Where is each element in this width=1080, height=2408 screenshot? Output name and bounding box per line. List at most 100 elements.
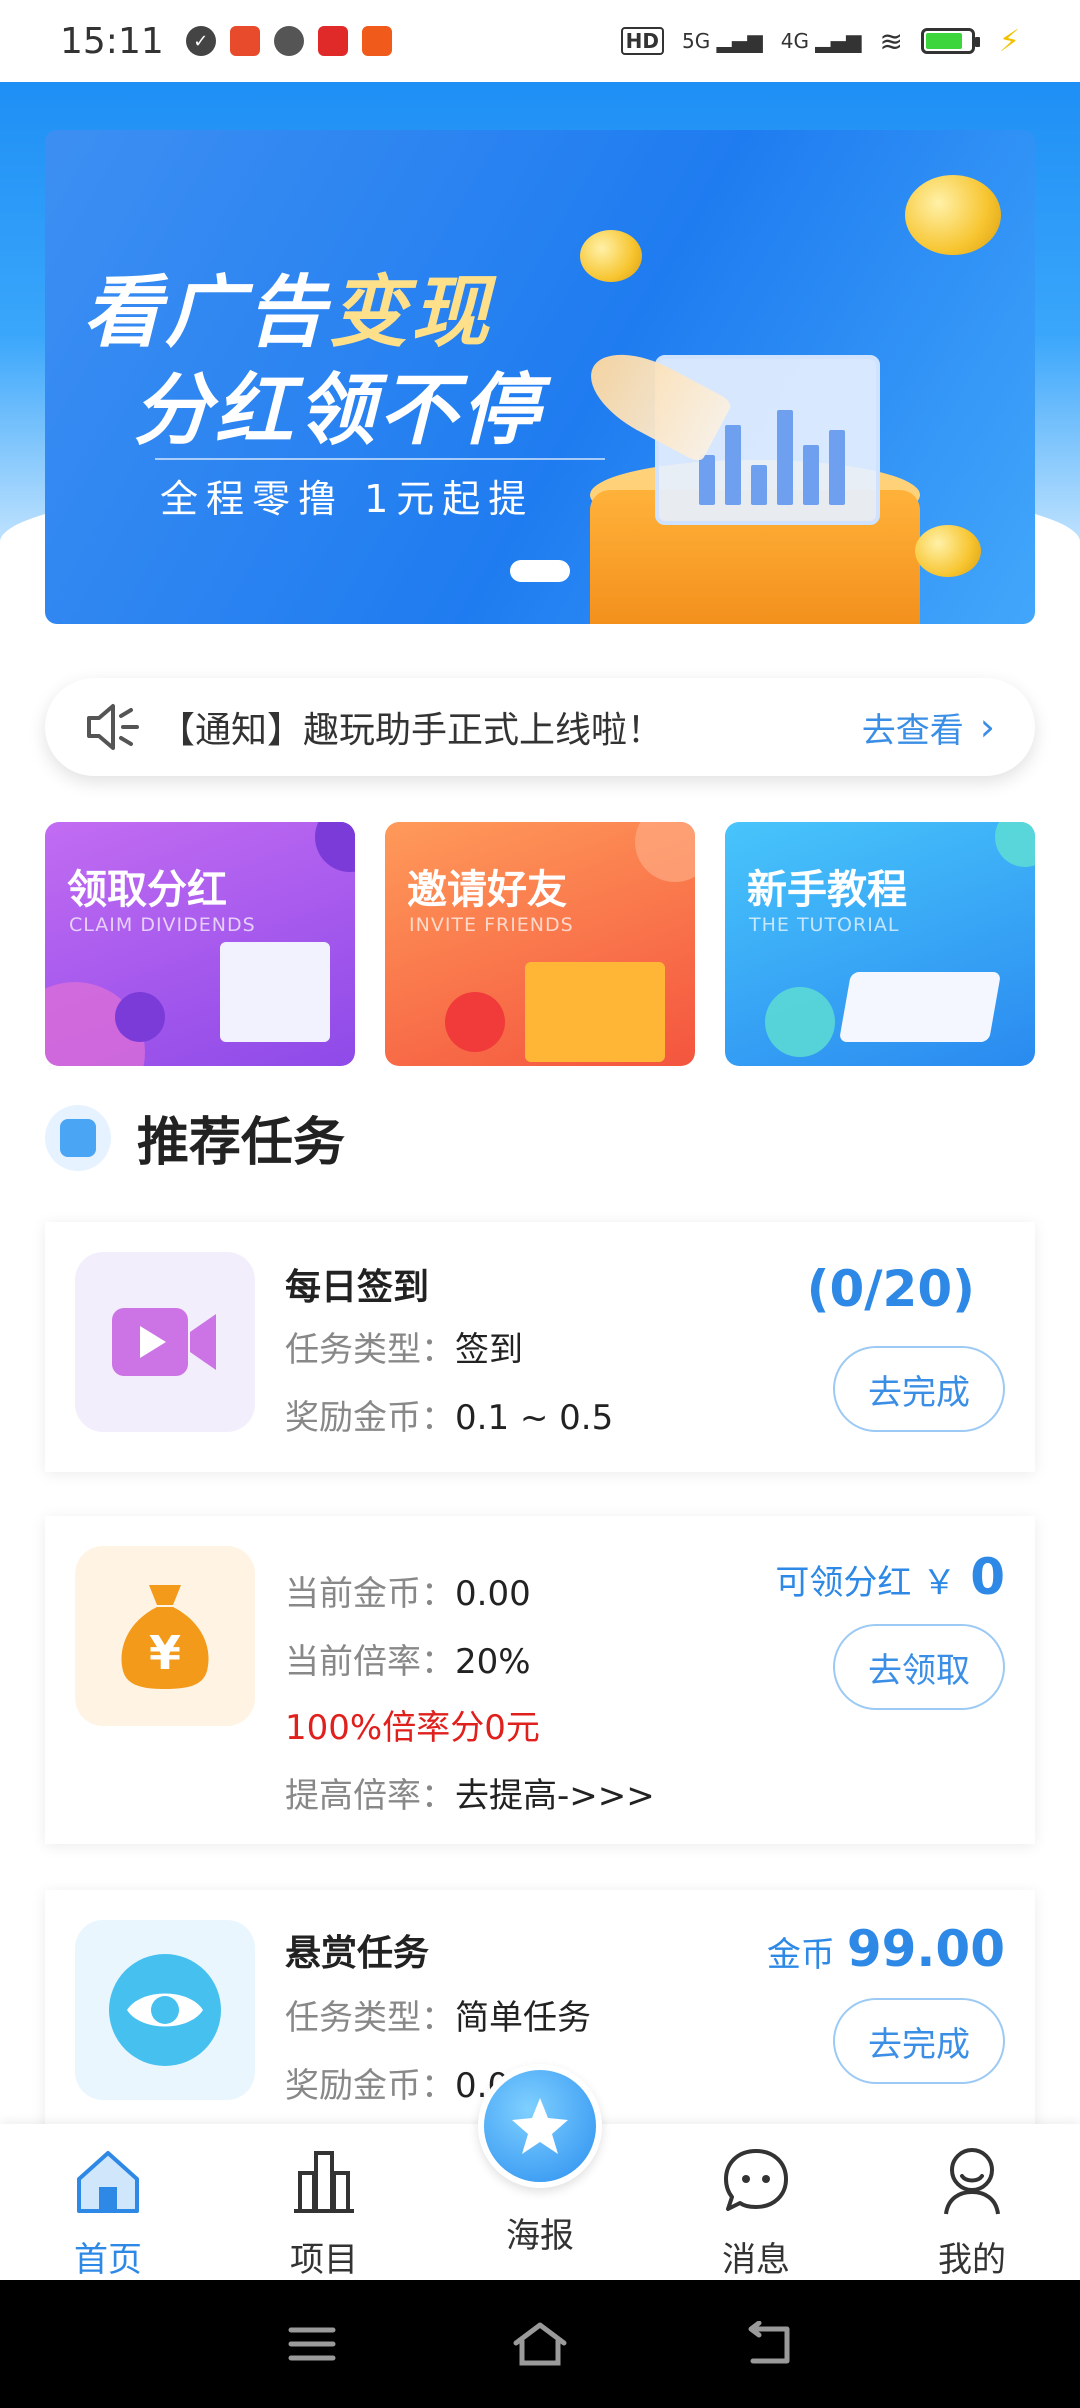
book-illustration: [838, 972, 1002, 1042]
notice-view-link[interactable]: 去查看: [862, 703, 964, 752]
banner-headline-1: 看广告变现: [83, 250, 493, 362]
tab-label: 项目: [290, 2240, 358, 2280]
taobao-icon: [361, 26, 392, 56]
feature-title: 新手教程: [747, 867, 907, 913]
task-type-label: 任务类型：: [285, 1998, 455, 2038]
banner-headline-1b: 变现: [329, 268, 494, 358]
charging-icon: ⚡: [998, 23, 1020, 59]
task-reward-label: 奖励金币：: [285, 1398, 455, 1438]
app-icon: [229, 26, 260, 56]
current-rate-row: 当前倍率：20%: [285, 1634, 531, 1683]
current-coins-label: 当前金币：: [285, 1574, 455, 1614]
task-thumb: [75, 1920, 255, 2100]
chat-bubble-icon: [724, 2149, 788, 2211]
signal-4g-label: 4G: [780, 29, 809, 53]
task-card-dividend[interactable]: ¥ 当前金币：0.00 当前倍率：20% 100%倍率分0元 提高倍率：去提高-…: [45, 1516, 1035, 1844]
clipboard-icon: [45, 1104, 111, 1171]
status-indicators: HD 5G ▂▄▆ 4G ▂▄▆ ≋ ⚡: [620, 23, 1020, 59]
banner-headline-1a: 看广告: [83, 268, 330, 358]
tab-label: 消息: [722, 2240, 790, 2280]
task-thumb: ¥: [75, 1546, 255, 1726]
app-icon: [317, 26, 348, 56]
task-reward-row: 奖励金币：0.1 ~ 0.5: [285, 1390, 613, 1439]
video-camera-icon: [112, 1308, 216, 1376]
current-coins-row: 当前金币：0.00: [285, 1566, 531, 1615]
claim-button[interactable]: 去领取: [833, 1624, 1005, 1710]
tab-mine[interactable]: 我的: [897, 2144, 1047, 2281]
task-name: 每日签到: [285, 1267, 430, 1308]
signal-4g-icon: 4G ▂▄▆: [780, 29, 862, 53]
task-card-daily-checkin[interactable]: 每日签到 任务类型：签到 奖励金币：0.1 ~ 0.5 (0/20) 去完成: [45, 1222, 1035, 1472]
poster-fab-button[interactable]: [478, 2064, 602, 2188]
svg-text:¥: ¥: [149, 1626, 181, 1680]
notice-text: 【通知】趣玩助手正式上线啦！: [159, 710, 664, 751]
gift-box-illustration: [525, 962, 665, 1062]
coin-icon: [905, 175, 1001, 255]
hd-icon: HD: [620, 27, 664, 55]
current-coins-value: 0.00: [455, 1574, 531, 1614]
back-icon[interactable]: [743, 2321, 793, 2367]
task-type-label: 任务类型：: [285, 1330, 455, 1370]
star-icon: [512, 2098, 568, 2154]
claimable-dividend: 可领分红 ￥ 0: [775, 1548, 1005, 1606]
status-time: 15:11: [60, 20, 164, 62]
user-icon: [944, 2148, 1000, 2215]
feature-card-claim-dividends[interactable]: 领取分红 CLAIM DIVIDENDS: [45, 822, 355, 1066]
bounty-coins: 金币 99.00: [767, 1920, 1005, 1978]
feature-subtitle: CLAIM DIVIDENDS: [69, 914, 256, 936]
bounty-coins-value: 99.00: [846, 1920, 1005, 1978]
rate-note: 100%倍率分0元: [285, 1708, 540, 1748]
task-type-row: 任务类型：简单任务: [285, 1990, 591, 2039]
current-rate-value: 20%: [455, 1642, 531, 1682]
tab-projects[interactable]: 项目: [249, 2144, 399, 2281]
tab-messages[interactable]: 消息: [681, 2144, 831, 2281]
task-name: 悬赏任务: [285, 1933, 430, 1974]
task-thumb: [75, 1252, 255, 1432]
status-bar: 15:11 ✓ HD 5G ▂▄▆ 4G ▂▄▆ ≋ ⚡: [0, 0, 1080, 82]
menu-icon[interactable]: [287, 2324, 337, 2364]
task-type-row: 任务类型：签到: [285, 1322, 523, 1371]
banner-subline: 全程零撸 1元起提: [160, 477, 535, 521]
carousel-indicator[interactable]: [510, 560, 570, 582]
task-reward-label: 奖励金币：: [285, 2066, 455, 2106]
chevron-right-icon: ›: [979, 705, 995, 749]
notice-bar[interactable]: 【通知】趣玩助手正式上线啦！ 去查看 ›: [45, 678, 1035, 776]
chat-icon: [273, 26, 304, 56]
feature-card-tutorial[interactable]: 新手教程 THE TUTORIAL: [725, 822, 1035, 1066]
complete-button[interactable]: 去完成: [833, 1998, 1005, 2084]
feature-subtitle: INVITE FRIENDS: [409, 914, 574, 936]
raise-rate-link[interactable]: 去提高->>>: [455, 1776, 655, 1816]
tab-home[interactable]: 首页: [33, 2144, 183, 2281]
wifi-icon: ≋: [879, 24, 903, 58]
claimable-dividend-value: 0: [970, 1548, 1005, 1606]
section-header: 推荐任务: [45, 1100, 345, 1175]
home-nav-icon[interactable]: [510, 2319, 570, 2369]
raise-rate-label: 提高倍率：: [285, 1776, 455, 1816]
feature-subtitle: THE TUTORIAL: [749, 914, 900, 936]
claimable-dividend-label: 可领分红 ￥: [775, 1563, 957, 1603]
bounty-coins-label: 金币: [766, 1935, 835, 1975]
feature-title: 邀请好友: [407, 867, 567, 913]
raise-rate-row[interactable]: 提高倍率：去提高->>>: [285, 1768, 655, 1817]
feature-card-invite-friends[interactable]: 邀请好友 INVITE FRIENDS: [385, 822, 695, 1066]
battery-icon: [920, 28, 980, 54]
task-type-value: 简单任务: [455, 1998, 591, 2038]
check-icon: ✓: [185, 26, 216, 56]
feature-title: 领取分红: [67, 867, 227, 913]
banner-carousel[interactable]: 看广告变现 分红领不停 全程零撸 1元起提: [45, 130, 1035, 624]
eye-icon: [109, 1954, 221, 2066]
money-bag-icon: ¥: [121, 1585, 209, 1689]
coin-icon: [580, 230, 642, 282]
shop-illustration: [220, 942, 330, 1042]
tab-poster-label[interactable]: 海报: [440, 2208, 640, 2257]
task-type-value: 签到: [455, 1330, 523, 1370]
tab-label: 我的: [938, 2240, 1006, 2280]
section-title: 推荐任务: [137, 1113, 346, 1173]
buildings-icon: [294, 2151, 354, 2213]
complete-button[interactable]: 去完成: [833, 1346, 1005, 1432]
home-icon: [77, 2151, 139, 2213]
task-reward-value: 0.1 ~ 0.5: [455, 1398, 614, 1438]
banner-headline-2: 分红领不停: [133, 366, 544, 456]
signal-5g-label: 5G: [681, 29, 711, 53]
current-rate-label: 当前倍率：: [285, 1642, 455, 1682]
